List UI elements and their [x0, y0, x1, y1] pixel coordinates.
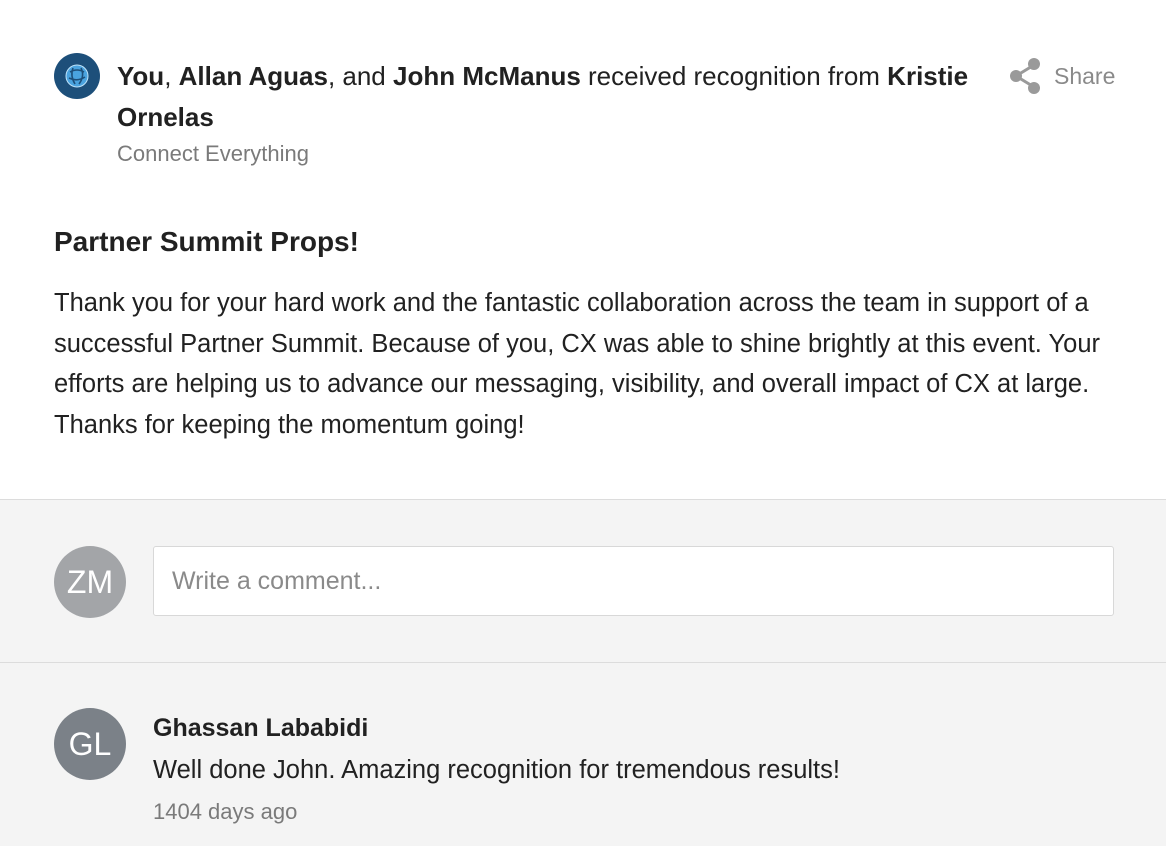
share-label: Share [1054, 62, 1116, 89]
recipient-name[interactable]: You [117, 61, 164, 91]
recipient-separator: , and [327, 61, 393, 91]
comment-author[interactable]: Ghassan Lababidi [153, 714, 368, 743]
avatar: ZM [54, 546, 126, 618]
avatar[interactable]: GL [54, 708, 126, 780]
recognition-title: Partner Summit Props! [54, 226, 359, 257]
recipient-name[interactable]: John McManus [393, 61, 581, 91]
comment-timestamp: 1404 days ago [153, 799, 298, 824]
recognition-headline: You, Allan Aguas, and John McManus recei… [117, 56, 987, 138]
recipient-name[interactable]: Allan Aguas [179, 61, 328, 91]
comment-composer: ZM [0, 499, 1166, 663]
comment-text: Well done John. Amazing recognition for … [153, 756, 840, 784]
recognition-verb: received recognition from [580, 61, 888, 91]
share-icon [1010, 58, 1040, 94]
program-name: Connect Everything [117, 141, 309, 166]
comment-list: GL Ghassan Lababidi Well done John. Amaz… [0, 663, 1166, 846]
comment-input[interactable] [153, 546, 1114, 616]
program-badge [54, 53, 100, 99]
share-button[interactable]: Share [1008, 56, 1115, 96]
avatar-initials: ZM [66, 563, 114, 600]
avatar-initials: GL [68, 725, 112, 762]
recognition-message: Thank you for your hard work and the fan… [54, 289, 1101, 439]
globe-icon [65, 64, 89, 88]
recognition-card: You, Allan Aguas, and John McManus recei… [0, 0, 1166, 846]
recognition-post: You, Allan Aguas, and John McManus recei… [0, 0, 1166, 499]
recipient-separator: , [164, 61, 179, 91]
